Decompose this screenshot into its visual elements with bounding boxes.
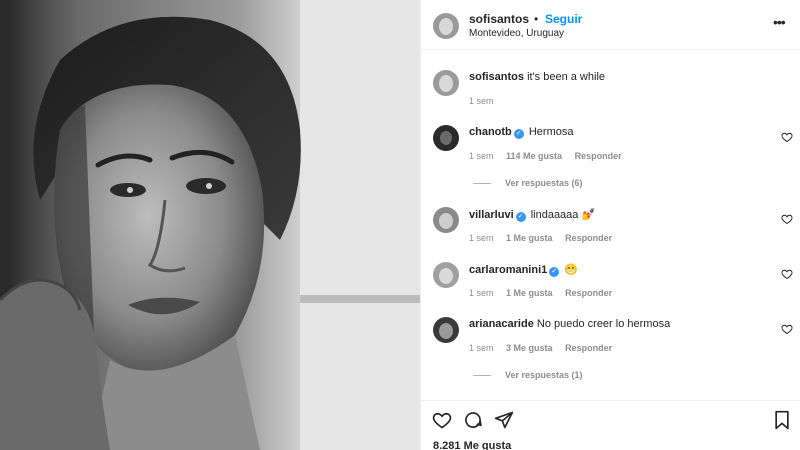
comment-likes[interactable]: 114 Me gusta: [506, 151, 562, 161]
comment-text: villarluvi ✓ lindaaaaa 💅: [469, 208, 595, 222]
comment-avatar[interactable]: [433, 317, 459, 343]
like-comment-heart-icon[interactable]: [781, 213, 793, 225]
post-details-panel: sofisantos • Seguir Montevideo, Uruguay …: [420, 0, 800, 450]
view-replies-button[interactable]: Ver respuestas (6): [473, 178, 583, 188]
comment-body: lindaaaaa 💅: [530, 209, 596, 221]
comment-likes[interactable]: 3 Me gusta: [506, 343, 553, 353]
comment-username[interactable]: carlaromanini1: [469, 264, 547, 276]
post-location[interactable]: Montevideo, Uruguay: [469, 28, 564, 39]
like-comment-heart-icon[interactable]: [781, 268, 793, 280]
share-icon[interactable]: [494, 410, 514, 430]
post-action-bar: [421, 400, 800, 440]
verified-badge-icon: ✓: [513, 129, 524, 139]
comment-meta: 1 sem 114 Me gusta Responder: [469, 151, 632, 161]
save-bookmark-icon[interactable]: [772, 410, 792, 430]
like-comment-heart-icon[interactable]: [781, 323, 793, 335]
comment-icon[interactable]: [463, 410, 483, 430]
post-likes-count[interactable]: 8.281 Me gusta: [433, 440, 511, 450]
verified-badge-icon: ✓: [515, 212, 526, 222]
comment-meta: 1 sem 1 Me gusta Responder: [469, 233, 622, 243]
caption-username[interactable]: sofisantos: [469, 71, 524, 83]
author-avatar[interactable]: [433, 13, 459, 39]
comment-time[interactable]: 1 sem: [469, 343, 494, 353]
caption-body: it's been a while: [527, 71, 606, 83]
comment-time[interactable]: 1 sem: [469, 151, 494, 161]
comment-body: 😁: [564, 264, 579, 276]
verified-badge-icon: ✓: [549, 267, 560, 277]
like-comment-heart-icon[interactable]: [781, 131, 793, 143]
follow-button[interactable]: Seguir: [545, 12, 582, 26]
comment-text: carlaromanini1 ✓ 😁: [469, 263, 578, 277]
comment-text: arianacaride No puedo creer lo hermosa: [469, 318, 670, 330]
like-heart-icon[interactable]: [432, 410, 452, 430]
post-photo[interactable]: [0, 0, 420, 450]
comment-likes[interactable]: 1 Me gusta: [506, 288, 553, 298]
comment-text: chanotb ✓ Hermosa: [469, 126, 573, 139]
comment-avatar[interactable]: [433, 262, 459, 288]
reply-button[interactable]: Responder: [575, 151, 622, 161]
comment-body: Hermosa: [528, 126, 574, 138]
reply-button[interactable]: Responder: [565, 233, 612, 243]
comment-avatar[interactable]: [433, 125, 459, 151]
comment-time[interactable]: 1 sem: [469, 233, 494, 243]
comment-avatar[interactable]: [433, 207, 459, 233]
more-options-icon[interactable]: •••: [773, 14, 786, 30]
comment-username[interactable]: chanotb: [469, 126, 512, 138]
view-replies-button[interactable]: Ver respuestas (1): [473, 370, 583, 380]
reply-button[interactable]: Responder: [565, 288, 612, 298]
caption-avatar[interactable]: [433, 70, 459, 96]
comment-username[interactable]: villarluvi: [469, 209, 514, 221]
post-header: sofisantos • Seguir Montevideo, Uruguay …: [421, 0, 800, 50]
comment-meta: 1 sem 3 Me gusta Responder: [469, 343, 622, 353]
caption-text: sofisantos it's been a while: [469, 71, 605, 83]
comment-meta: 1 sem 1 Me gusta Responder: [469, 288, 622, 298]
author-username[interactable]: sofisantos: [469, 12, 529, 26]
reply-button[interactable]: Responder: [565, 343, 612, 353]
comment-username[interactable]: arianacaride: [469, 318, 534, 330]
comment-time[interactable]: 1 sem: [469, 288, 494, 298]
portrait-image: [0, 0, 420, 450]
caption-meta: 1 sem: [469, 96, 504, 106]
comment-body: No puedo creer lo hermosa: [536, 318, 671, 330]
comment-likes[interactable]: 1 Me gusta: [506, 233, 553, 243]
separator-dot: •: [534, 12, 539, 26]
caption-time[interactable]: 1 sem: [469, 96, 494, 106]
